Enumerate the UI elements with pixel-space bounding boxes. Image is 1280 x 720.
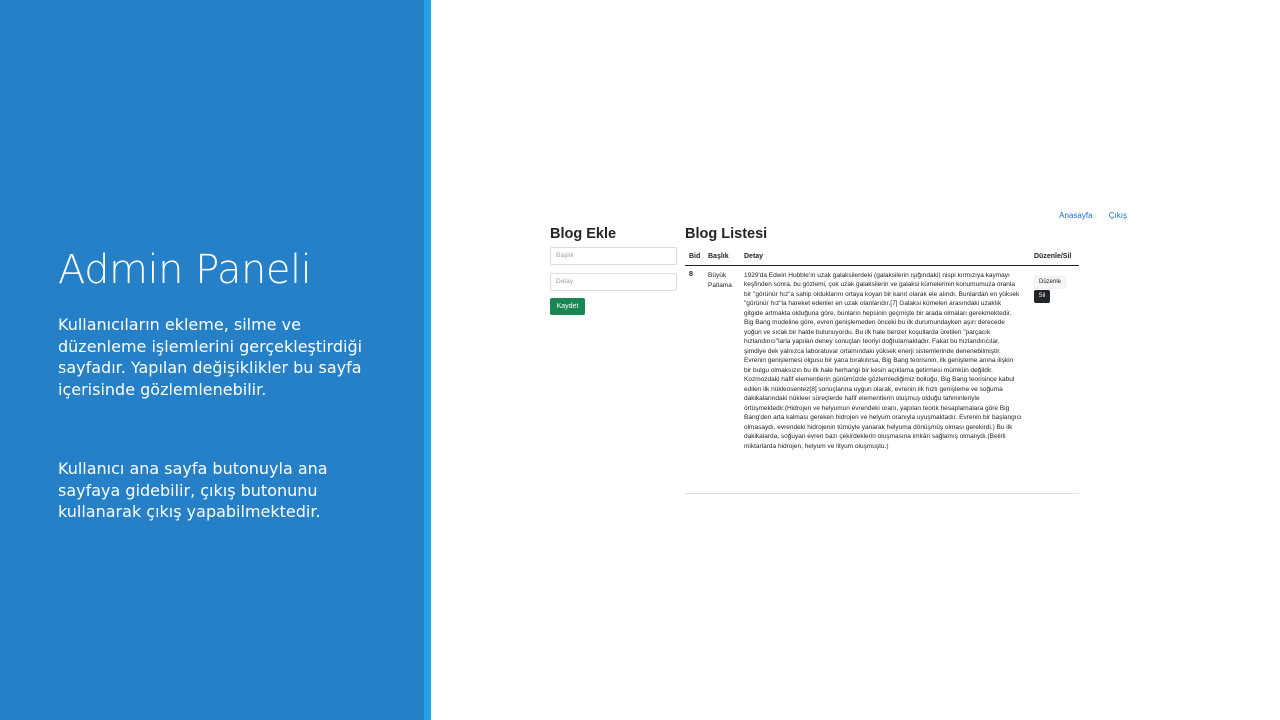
accent-stripe [424, 0, 431, 720]
edit-button[interactable]: Düzenle [1034, 276, 1066, 289]
slide-panel: Admin Paneli Kullanıcıların ekleme, silm… [0, 0, 424, 720]
blog-list-heading: Blog Listesi [685, 226, 768, 242]
home-link[interactable]: Anasayfa [1059, 211, 1092, 220]
title-input[interactable]: Başlık [550, 247, 677, 265]
admin-screenshot: Anasayfa Çıkış Blog Ekle Başlık Detay Ka… [545, 205, 1145, 505]
blog-table: Bid Başlık Detay Düzenle/Sil 8 Büyük Pat… [685, 249, 1079, 494]
slide-paragraph-2: Kullanıcı ana sayfa butonuyla ana sayfay… [58, 459, 328, 521]
delete-button[interactable]: Sil [1034, 290, 1050, 303]
slide-paragraph-1: Kullanıcıların ekleme, silme ve düzenlem… [58, 315, 363, 399]
row-title: Büyük Patlama [708, 272, 732, 289]
column-header-actions: Düzenle/Sil [1034, 253, 1072, 260]
row-bid: 8 [689, 271, 693, 278]
save-button[interactable]: Kaydet [550, 298, 585, 315]
column-header-detail: Detay [744, 253, 764, 260]
column-header-title: Başlık [708, 253, 729, 260]
detail-input[interactable]: Detay [550, 273, 677, 291]
column-header-bid: Bid [689, 253, 701, 260]
slide-title: Admin Paneli [58, 247, 312, 293]
logout-link[interactable]: Çıkış [1109, 211, 1127, 220]
row-detail: 1929'da Edwin Hubble'ın uzak galaksilerd… [744, 272, 1022, 450]
blog-add-heading: Blog Ekle [550, 226, 617, 242]
table-row: 8 Büyük Patlama 1929'da Edwin Hubble'ın … [685, 266, 1079, 494]
table-header: Bid Başlık Detay Düzenle/Sil [685, 249, 1079, 266]
top-nav: Anasayfa Çıkış [1045, 211, 1127, 220]
